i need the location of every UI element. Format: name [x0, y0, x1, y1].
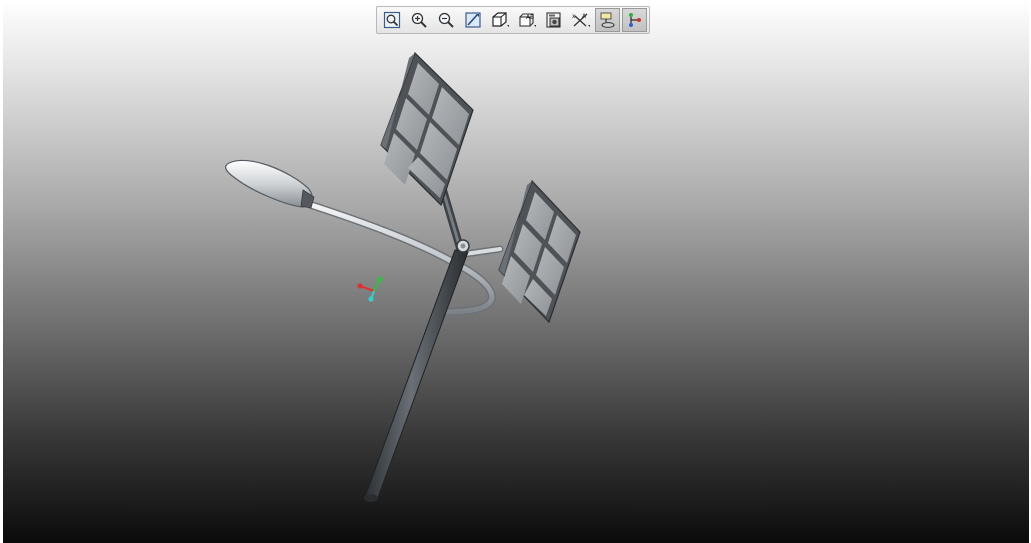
- refit-icon: [383, 11, 401, 29]
- svg-text:AB: AB: [526, 14, 534, 21]
- zoom-out-button[interactable]: [433, 8, 458, 32]
- svg-text:x: x: [572, 13, 576, 20]
- zoom-out-icon: [437, 11, 455, 29]
- annotation-display-icon: [599, 11, 617, 29]
- saved-views-icon: AB: [517, 11, 537, 29]
- saved-views-button[interactable]: AB: [514, 8, 539, 32]
- datum-display-button[interactable]: x A: [568, 8, 593, 32]
- graphics-toolbar: AB x A: [376, 6, 650, 34]
- repaint-button[interactable]: [460, 8, 485, 32]
- solar-panel-right[interactable]: [498, 179, 581, 324]
- repaint-icon: [464, 11, 482, 29]
- display-style-button[interactable]: [487, 8, 512, 32]
- spin-center-icon: [626, 11, 644, 29]
- view-manager-icon: [545, 11, 563, 29]
- datum-display-icon: x A: [571, 11, 591, 29]
- annotation-display-button[interactable]: [595, 8, 620, 32]
- coordinate-triad: [357, 276, 383, 302]
- refit-button[interactable]: [379, 8, 404, 32]
- solar-panel-upper[interactable]: [380, 51, 474, 207]
- lamp-head[interactable]: [225, 159, 315, 209]
- spin-center-button[interactable]: [622, 8, 647, 32]
- lamp-arm[interactable]: [307, 201, 504, 316]
- model-scene[interactable]: [3, 0, 1029, 543]
- zoom-in-button[interactable]: [406, 8, 431, 32]
- graphics-viewport[interactable]: AB x A: [3, 0, 1029, 543]
- shaded-cube-icon: [490, 11, 510, 29]
- view-manager-button[interactable]: [541, 8, 566, 32]
- zoom-in-icon: [410, 11, 428, 29]
- panel-bracket[interactable]: [439, 186, 464, 252]
